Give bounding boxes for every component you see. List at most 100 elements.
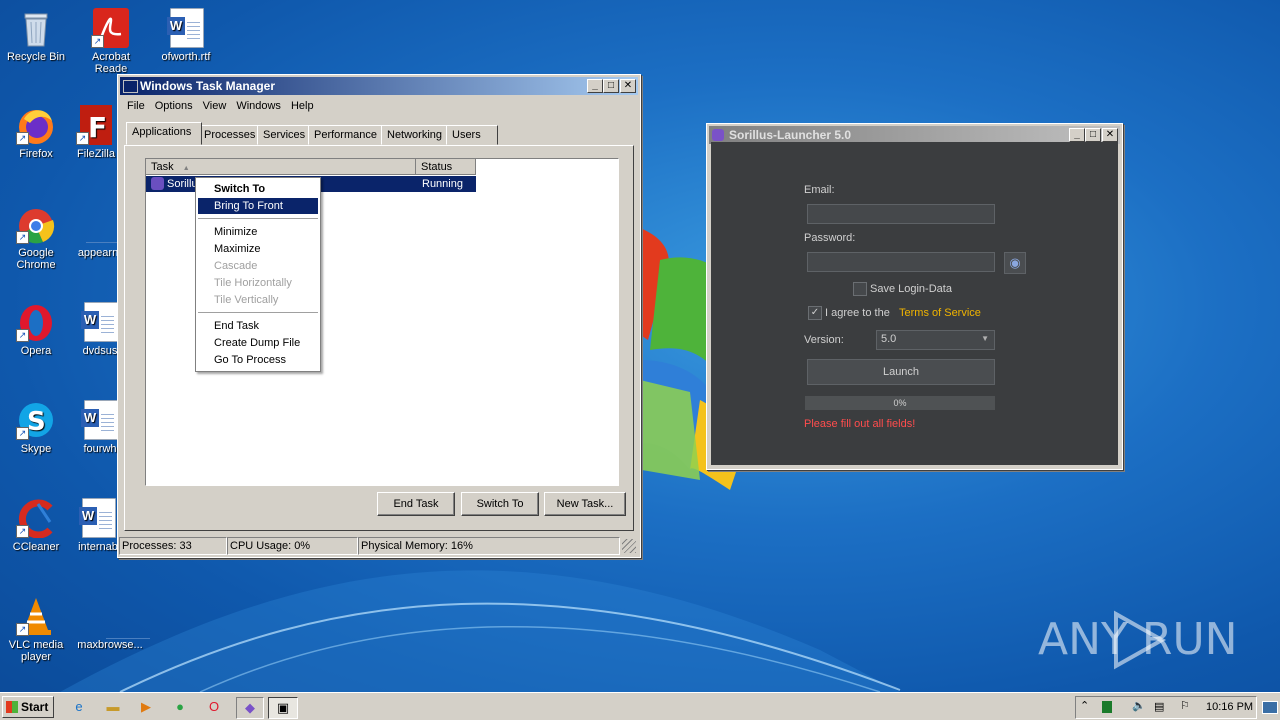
agree-label: I agree to the bbox=[825, 307, 890, 319]
sort-arrow-icon: ▲ bbox=[182, 165, 190, 172]
tab-performance[interactable]: Performance bbox=[308, 125, 390, 145]
resize-grip[interactable] bbox=[622, 539, 636, 553]
menu-separator bbox=[198, 218, 318, 219]
menu-options[interactable]: Options bbox=[150, 100, 198, 112]
launcher-window: Sorillus-Launcher 5.0 _ □ ✕ Email: Passw… bbox=[706, 123, 1123, 470]
email-field[interactable] bbox=[807, 204, 995, 224]
close-button[interactable]: ✕ bbox=[1102, 128, 1118, 142]
minimize-button[interactable]: _ bbox=[587, 79, 603, 93]
status-processes: Processes: 33 bbox=[119, 537, 227, 555]
show-desktop-icon[interactable] bbox=[1262, 701, 1278, 714]
desktop-icon-acrobat-reader[interactable]: ↗ Acrobat Reade bbox=[75, 8, 147, 75]
column-header-task[interactable]: Task ▲ bbox=[146, 159, 416, 175]
new-task-button[interactable]: New Task... bbox=[544, 492, 626, 516]
launch-button[interactable]: Launch bbox=[807, 359, 995, 385]
blank-file-icon bbox=[78, 204, 126, 244]
password-field[interactable] bbox=[807, 252, 995, 272]
media-player-icon[interactable]: ▶ bbox=[135, 697, 157, 717]
blank-file-icon bbox=[90, 596, 150, 639]
acrobat-reader-icon: ↗ bbox=[91, 8, 131, 48]
opera-taskbar-icon[interactable]: O bbox=[203, 697, 225, 717]
maximize-button[interactable]: □ bbox=[1085, 128, 1101, 142]
desktop-icon-label: Skype bbox=[20, 443, 52, 455]
desktop-icon-maxbrowse[interactable]: maxbrowse... bbox=[74, 596, 150, 651]
menu-item-create-dump-file[interactable]: Create Dump File bbox=[198, 335, 318, 351]
folder-icon[interactable]: ▬ bbox=[102, 697, 124, 717]
shortcut-arrow-icon: ↗ bbox=[16, 623, 29, 636]
watermark: ANY RUN bbox=[1038, 608, 1238, 672]
sorillus-app-icon bbox=[712, 129, 724, 141]
shortcut-arrow-icon: ↗ bbox=[76, 132, 89, 145]
clock[interactable]: 10:16 PM bbox=[1206, 701, 1253, 713]
shortcut-arrow-icon: ↗ bbox=[16, 525, 29, 538]
menu-item-switch-to[interactable]: Switch To bbox=[198, 181, 318, 197]
menu-file[interactable]: File bbox=[122, 100, 150, 112]
end-task-button[interactable]: End Task bbox=[377, 492, 455, 516]
tab-networking[interactable]: Networking bbox=[381, 125, 455, 145]
save-login-checkbox[interactable] bbox=[853, 282, 867, 296]
status-memory: Physical Memory: 16% bbox=[358, 537, 620, 555]
menu-item-minimize[interactable]: Minimize bbox=[198, 224, 318, 240]
desktop-icon-opera[interactable]: ↗ Opera bbox=[0, 302, 72, 357]
task-manager-titlebar[interactable]: Windows Task Manager _ □ ✕ bbox=[120, 77, 638, 95]
desktop-icon-skype[interactable]: S ↗ Skype bbox=[0, 400, 72, 455]
start-button[interactable]: Start bbox=[2, 696, 54, 718]
system-tray: ⌃ 🔈 ▤ ⚐ 10:16 PM bbox=[1075, 696, 1257, 719]
desktop-icon-recycle-bin[interactable]: Recycle Bin bbox=[0, 8, 72, 63]
menu-windows[interactable]: Windows bbox=[231, 100, 286, 112]
eye-icon[interactable]: ◉ bbox=[1004, 252, 1026, 274]
menu-help[interactable]: Help bbox=[286, 100, 319, 112]
desktop-icon-label: ofworth.rtf bbox=[161, 51, 211, 63]
menu-item-maximize[interactable]: Maximize bbox=[198, 241, 318, 257]
word-document-icon: W bbox=[80, 302, 120, 342]
status-cpu: CPU Usage: 0% bbox=[227, 537, 358, 555]
word-document-icon: W bbox=[80, 400, 120, 440]
agree-checkbox[interactable]: ✓ bbox=[808, 306, 822, 320]
terms-of-service-link[interactable]: Terms of Service bbox=[899, 307, 981, 319]
tab-users[interactable]: Users bbox=[446, 125, 498, 145]
error-message: Please fill out all fields! bbox=[804, 418, 916, 430]
play-icon bbox=[1114, 610, 1167, 670]
recycle-bin-icon bbox=[16, 8, 56, 48]
network-icon[interactable]: ▤ bbox=[1154, 700, 1164, 713]
shortcut-arrow-icon: ↗ bbox=[91, 35, 104, 48]
firefox-icon: ↗ bbox=[16, 105, 56, 145]
close-button[interactable]: ✕ bbox=[620, 79, 636, 93]
menu-view[interactable]: View bbox=[198, 100, 232, 112]
row-status: Running bbox=[422, 178, 463, 190]
chrome-icon: ↗ bbox=[16, 204, 56, 244]
menu-item-bring-to-front[interactable]: Bring To Front bbox=[198, 198, 318, 214]
maximize-button[interactable]: □ bbox=[603, 79, 619, 93]
menu-item-go-to-process[interactable]: Go To Process bbox=[198, 352, 318, 368]
menu-item-tile-horizontally: Tile Horizontally bbox=[214, 277, 292, 289]
taskbar: Start e ▬ ▶ ● O ◆ ▣ ⌃ 🔈 ▤ ⚐ 10:16 PM bbox=[0, 692, 1280, 720]
filezilla-icon: F ↗ bbox=[76, 105, 116, 145]
desktop-icon-ofworth-rtf[interactable]: W ofworth.rtf bbox=[150, 8, 222, 63]
task-manager-taskbar-icon[interactable]: ▣ bbox=[268, 697, 298, 719]
sorillus-app-icon bbox=[151, 177, 164, 190]
tray-app-icon[interactable] bbox=[1102, 701, 1112, 713]
menu-item-end-task[interactable]: End Task bbox=[198, 318, 318, 334]
internet-explorer-icon[interactable]: e bbox=[68, 697, 90, 717]
chrome-taskbar-icon[interactable]: ● bbox=[169, 697, 191, 717]
windows-logo-icon bbox=[6, 701, 18, 713]
start-label: Start bbox=[21, 700, 49, 714]
speaker-icon[interactable]: 🔈 bbox=[1132, 699, 1146, 712]
column-header-status[interactable]: Status bbox=[416, 159, 476, 175]
version-select[interactable]: 5.0 ▼ bbox=[876, 330, 995, 350]
minimize-button[interactable]: _ bbox=[1069, 128, 1085, 142]
show-hidden-icons-icon[interactable]: ⌃ bbox=[1080, 699, 1089, 712]
version-label: Version: bbox=[804, 334, 844, 346]
sorillus-taskbar-icon[interactable]: ◆ bbox=[236, 697, 264, 719]
word-document-icon: W bbox=[166, 8, 206, 48]
switch-to-button[interactable]: Switch To bbox=[461, 492, 539, 516]
context-menu: Switch To Bring To Front Minimize Maximi… bbox=[195, 177, 321, 372]
tab-applications[interactable]: Applications bbox=[126, 122, 202, 145]
action-center-flag-icon[interactable]: ⚐ bbox=[1180, 699, 1190, 712]
email-label: Email: bbox=[804, 184, 835, 196]
menubar: File Options View Windows Help bbox=[122, 98, 319, 114]
desktop-icon-vlc[interactable]: ↗ VLC media player bbox=[0, 596, 72, 663]
vlc-cone-icon: ↗ bbox=[16, 596, 56, 636]
tab-processes[interactable]: Processes bbox=[198, 125, 266, 145]
menu-item-tile-vertically: Tile Vertically bbox=[214, 294, 279, 306]
